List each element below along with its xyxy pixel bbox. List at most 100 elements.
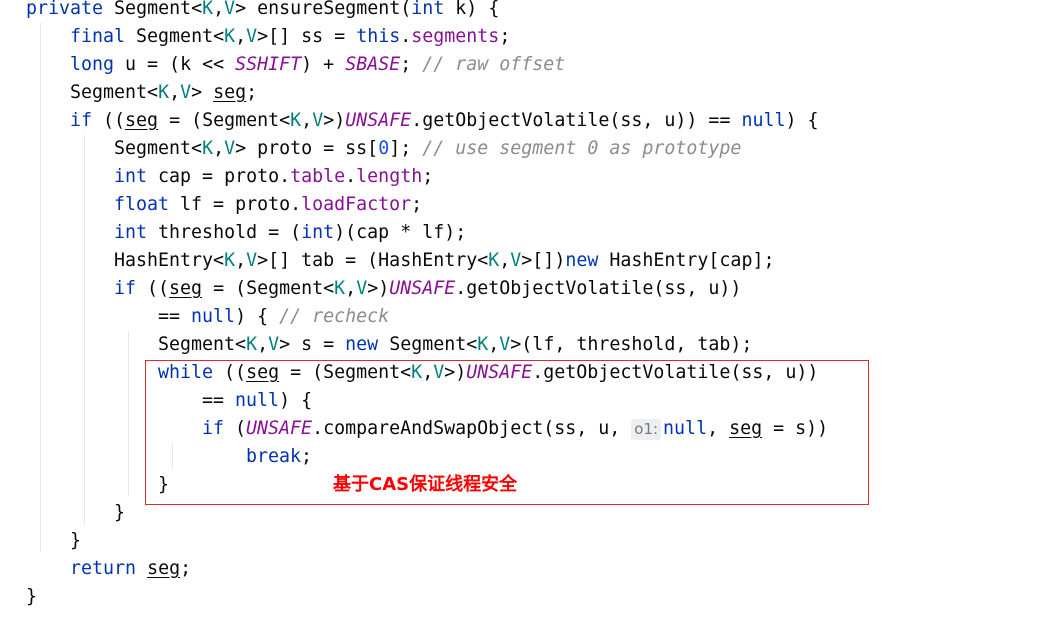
code-token: int	[114, 166, 148, 187]
code-line: long u = (k << SSHIFT) + SBASE; // raw o…	[70, 51, 565, 79]
code-token: V	[224, 138, 236, 159]
code-token: ((	[92, 110, 126, 131]
code-token: seg	[125, 110, 159, 131]
code-token: .getObjectVolatile(ss, u)) ==	[411, 110, 742, 131]
code-token: ) +	[301, 54, 346, 75]
code-token: segments	[411, 26, 500, 47]
code-line: int threshold = (int)(cap * lf);	[114, 219, 466, 247]
code-token: ,	[235, 26, 247, 47]
code-token: .	[345, 166, 357, 187]
code-token: = (Segment<	[158, 110, 291, 131]
code-token: HashEntry[cap];	[598, 250, 775, 271]
code-token: }	[26, 586, 38, 607]
code-line: private Segment<K,V> ensureSegment(int k…	[26, 0, 499, 23]
code-line: Segment<K,V> s = new Segment<K,V>(lf, th…	[158, 331, 752, 359]
code-token: K	[488, 250, 500, 271]
code-editor[interactable]: private Segment<K,V> ensureSegment(int k…	[0, 0, 1054, 622]
code-token: // use segment 0 as prototype	[422, 138, 742, 159]
code-token: lf = proto.	[169, 194, 302, 215]
code-token: ,	[257, 334, 269, 355]
code-token: final	[70, 26, 126, 47]
code-token: K	[224, 26, 236, 47]
code-token: Segment<	[114, 138, 203, 159]
code-token: new	[345, 334, 379, 355]
code-token: ,	[235, 250, 247, 271]
code-token: .	[400, 26, 412, 47]
code-token: >)	[323, 110, 346, 131]
code-token: seg	[213, 82, 247, 103]
code-token: table	[290, 166, 346, 187]
code-token: ;	[180, 558, 192, 579]
code-token: >	[191, 82, 214, 103]
code-token: Segment<	[103, 0, 203, 19]
code-line: float lf = proto.loadFactor;	[114, 191, 422, 219]
code-line: }	[70, 527, 81, 555]
code-token: ,	[213, 0, 225, 19]
code-token: loadFactor	[301, 194, 412, 215]
code-token: int	[301, 222, 335, 243]
code-token: u = (k <<	[114, 54, 236, 75]
code-token: if	[70, 110, 93, 131]
code-token: // recheck	[279, 306, 390, 327]
code-token: private	[26, 0, 104, 19]
code-token: V	[499, 334, 511, 355]
code-token: SBASE	[345, 54, 401, 75]
code-line: Segment<K,V> proto = ss[0]; // use segme…	[114, 135, 741, 163]
code-line: return seg;	[70, 555, 191, 583]
code-token: K	[202, 0, 214, 19]
code-token: UNSAFE	[345, 110, 412, 131]
code-line: if ((seg = (Segment<K,V>)UNSAFE.getObjec…	[114, 275, 741, 303]
code-line: == null) { // recheck	[158, 303, 389, 331]
code-token: K	[334, 278, 346, 299]
code-token: V	[180, 82, 192, 103]
code-token: ;	[499, 26, 511, 47]
code-token: SSHIFT	[235, 54, 302, 75]
indent-guide	[128, 331, 129, 496]
code-token: HashEntry<	[114, 250, 225, 271]
code-token: k) {	[444, 0, 500, 19]
code-token: this	[356, 26, 401, 47]
code-line: int cap = proto.table.length;	[114, 163, 433, 191]
code-token: >)	[367, 278, 390, 299]
code-token: K	[477, 334, 489, 355]
code-token: new	[565, 250, 599, 271]
code-token: // raw offset	[422, 54, 566, 75]
code-token: Segment<	[378, 334, 478, 355]
code-token: ) {	[235, 306, 280, 327]
code-token: return	[70, 558, 137, 579]
code-token: >[])	[521, 250, 566, 271]
code-token: ==	[158, 306, 192, 327]
code-token: }	[70, 530, 82, 551]
code-line: final Segment<K,V>[] ss = this.segments;	[70, 23, 510, 51]
code-token: 0	[378, 138, 390, 159]
code-token: seg	[169, 278, 203, 299]
code-token: cap = proto.	[147, 166, 291, 187]
code-token: Segment<	[70, 82, 159, 103]
code-token: V	[510, 250, 522, 271]
code-token: length	[356, 166, 423, 187]
code-token: V	[246, 250, 258, 271]
code-token: int	[114, 222, 148, 243]
code-token: float	[114, 194, 170, 215]
code-token: ,	[169, 82, 181, 103]
code-token: null	[741, 110, 786, 131]
indent-guide	[40, 23, 41, 552]
code-token: }	[114, 502, 126, 523]
code-token: V	[224, 0, 236, 19]
code-token: K	[158, 82, 170, 103]
code-token: ;	[411, 194, 423, 215]
code-line: Segment<K,V> seg;	[70, 79, 257, 107]
code-token: seg	[147, 558, 181, 579]
code-token: V	[312, 110, 324, 131]
code-token: ;	[422, 166, 434, 187]
code-token: threshold = (	[147, 222, 302, 243]
code-token: ];	[389, 138, 423, 159]
code-token: > ensureSegment(	[235, 0, 412, 19]
code-token: K	[202, 138, 214, 159]
code-token: >[] ss =	[257, 26, 357, 47]
code-token: Segment<	[158, 334, 247, 355]
code-token: V	[246, 26, 258, 47]
code-token: if	[114, 278, 137, 299]
code-token: null	[191, 306, 236, 327]
